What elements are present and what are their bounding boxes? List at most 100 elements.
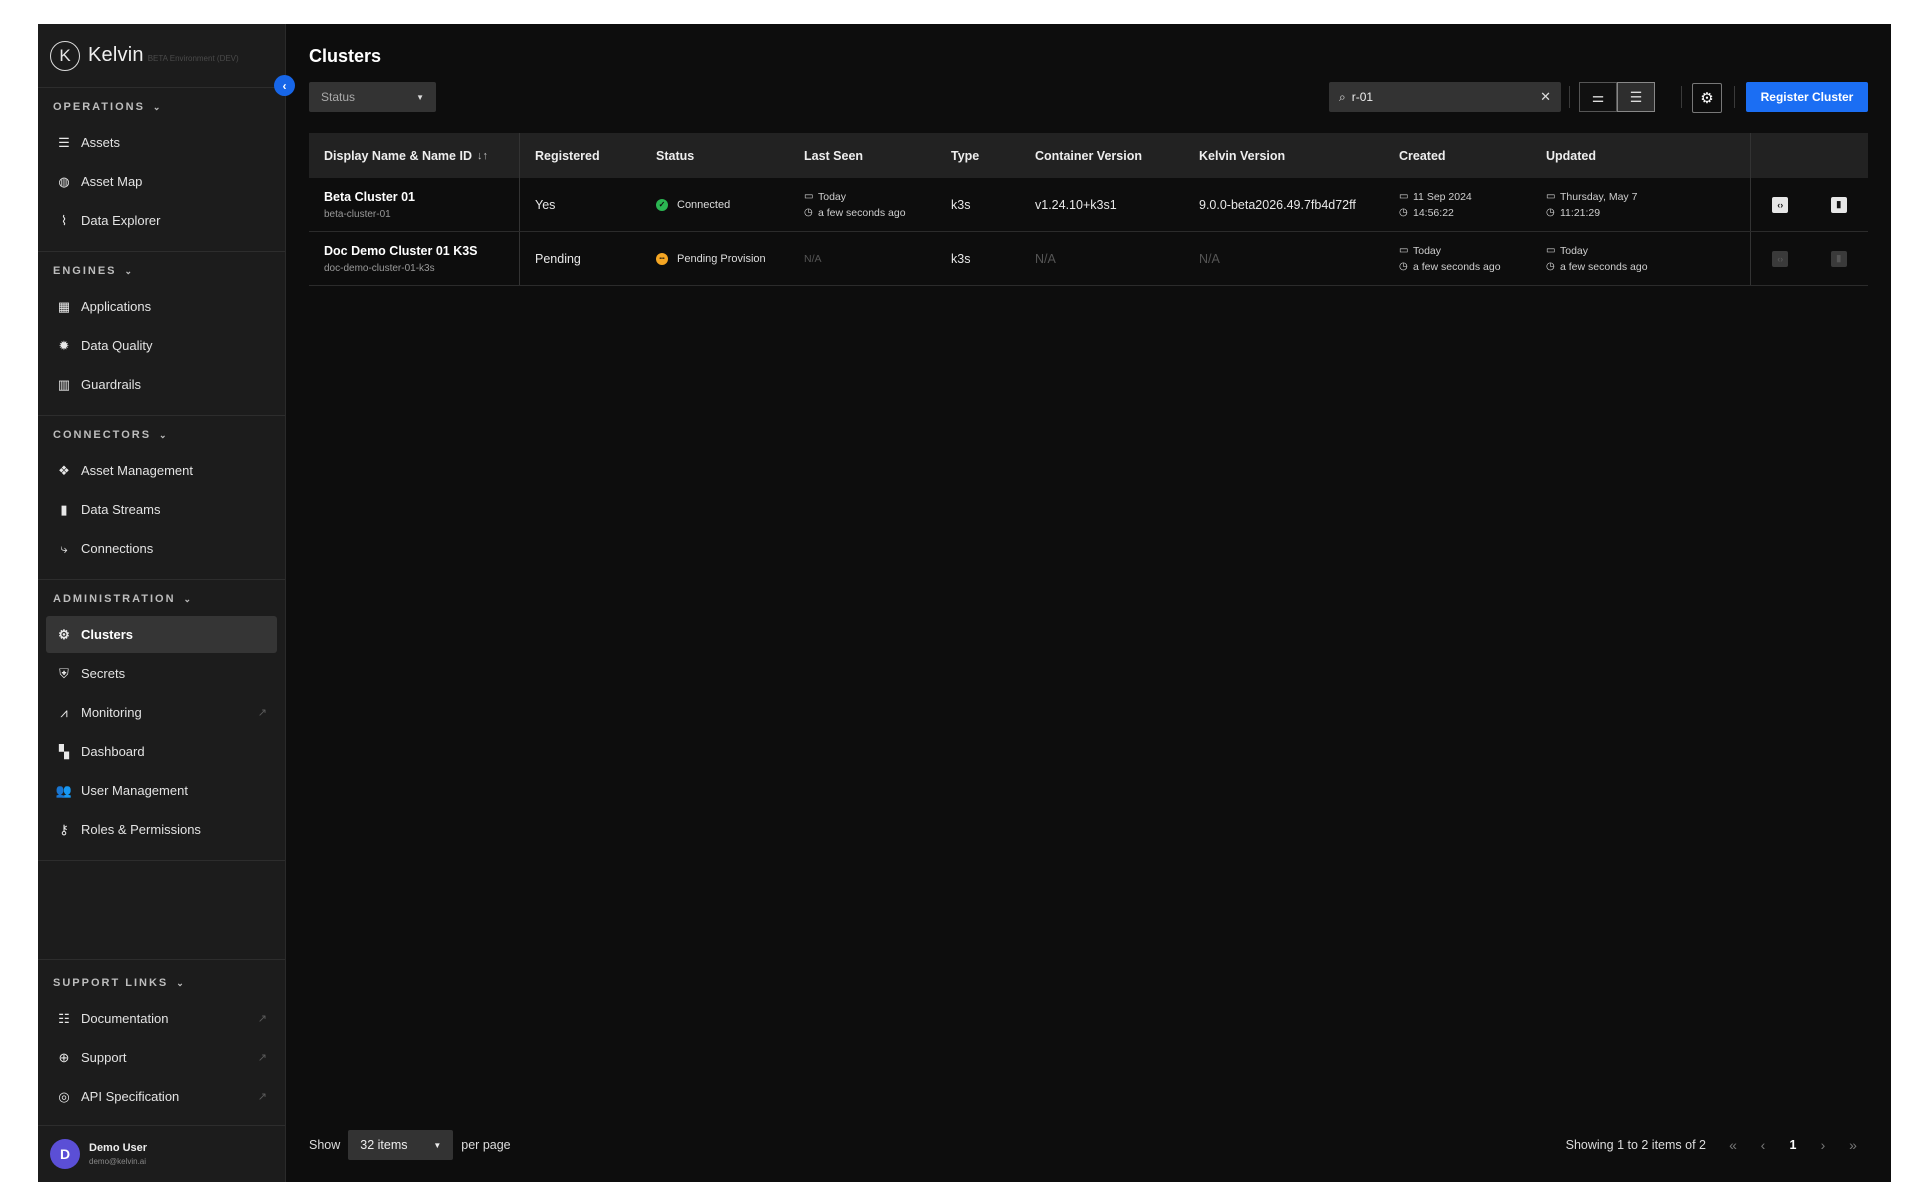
table-row[interactable]: Doc Demo Cluster 01 K3S doc-demo-cluster-…: [309, 232, 1868, 286]
column-header-kelvin-version[interactable]: Kelvin Version: [1184, 133, 1384, 178]
metrics-chart-icon[interactable]: ▮: [1830, 250, 1847, 267]
list-view-button[interactable]: ☰: [1617, 82, 1655, 112]
sidebar-item-user-management[interactable]: 👥 User Management: [46, 772, 277, 809]
sidebar-item-support[interactable]: ⊕ Support ↗: [46, 1039, 277, 1076]
sidebar-item-clusters[interactable]: ⚙ Clusters: [46, 616, 277, 653]
app-window: K Kelvin BETA Environment (DEV) ‹ OPERAT…: [38, 24, 1891, 1182]
cluster-name-cell[interactable]: Beta Cluster 01 beta-cluster-01: [309, 178, 520, 231]
column-header-created[interactable]: Created: [1384, 133, 1531, 178]
roles-icon: ⚷: [59, 821, 69, 837]
metrics-chart-icon[interactable]: ▮: [1830, 196, 1847, 213]
sidebar-item-api-specification[interactable]: ◎ API Specification ↗: [46, 1078, 277, 1115]
previous-page-icon[interactable]: ‹: [1748, 1137, 1778, 1153]
sidebar-item-documentation[interactable]: ☷ Documentation ↗: [46, 1000, 277, 1037]
sidebar-item-label: Data Streams: [81, 502, 161, 517]
registered-cell: Yes: [520, 178, 641, 231]
column-header-type[interactable]: Type: [936, 133, 1020, 178]
caret-down-icon: ▼: [433, 1140, 442, 1150]
collapse-sidebar-button[interactable]: ‹: [274, 75, 295, 96]
bar-chart-icon: ▮: [60, 501, 68, 517]
section-header-support-links[interactable]: SUPPORT LINKS ⌄: [38, 968, 285, 998]
table-settings-button[interactable]: ⚙: [1692, 83, 1722, 113]
clear-search-icon[interactable]: ✕: [1540, 89, 1551, 105]
cluster-display-name[interactable]: Doc Demo Cluster 01 K3S: [324, 244, 519, 258]
updated-cell: ▭ Today ◷ a few seconds ago: [1531, 232, 1750, 285]
showing-count: Showing 1 to 2 items of 2: [1565, 1138, 1706, 1152]
date-value: Today: [1413, 244, 1442, 257]
kelvin-version-value: N/A: [1199, 251, 1220, 266]
type-value: k3s: [951, 197, 971, 212]
search-input[interactable]: ⌕ r-01 ✕: [1329, 82, 1561, 112]
sidebar-item-roles-and-permissions[interactable]: ⚷ Roles & Permissions: [46, 811, 277, 848]
created-cell: ▭ 11 Sep 2024 ◷ 14:56:22: [1384, 178, 1531, 231]
external-link-icon: ↗: [257, 1013, 267, 1025]
code-view-icon[interactable]: ‹›: [1772, 196, 1789, 213]
column-header-container-version[interactable]: Container Version: [1020, 133, 1184, 178]
table-body: Beta Cluster 01 beta-cluster-01 Yes ✓ Connec…: [309, 178, 1868, 286]
sidebar-item-dashboard[interactable]: ▚ Dashboard: [46, 733, 277, 770]
sidebar-item-monitoring[interactable]: ⩘ Monitoring ↗: [46, 694, 277, 731]
compact-view-button[interactable]: ⚌: [1579, 82, 1617, 112]
type-value: k3s: [951, 251, 971, 266]
logo[interactable]: K Kelvin BETA Environment (DEV): [38, 24, 285, 88]
column-header-updated[interactable]: Updated: [1531, 133, 1750, 178]
container-version-cell: v1.24.10+k3s1: [1020, 178, 1184, 231]
date-value: Today: [818, 190, 847, 203]
user-name: Demo User: [89, 1142, 148, 1154]
cluster-display-name[interactable]: Beta Cluster 01: [324, 190, 519, 204]
section-header-engines[interactable]: ENGINES ⌄: [38, 256, 285, 286]
sidebar-item-asset-map[interactable]: ◍ Asset Map: [46, 163, 277, 200]
cluster-name-cell[interactable]: Doc Demo Cluster 01 K3S doc-demo-cluster-…: [309, 232, 520, 285]
user-profile[interactable]: D Demo User demo@kelvin.ai: [38, 1126, 285, 1182]
support-links-section: SUPPORT LINKS ⌄ ☷ Documentation ↗ ⊕ Support ↗ ◎ A…: [38, 959, 285, 1126]
section-header-operations[interactable]: OPERATIONS ⌄: [38, 92, 285, 122]
column-header-actions: [1750, 133, 1868, 178]
table-footer: Show 32 items ▼ per page Showing 1 to 2 …: [309, 1130, 1868, 1160]
register-cluster-button[interactable]: Register Cluster: [1746, 82, 1868, 112]
clusters-icon: ⚙: [58, 626, 70, 642]
date-time: ▭ Today ◷ a few seconds ago: [1546, 243, 1750, 275]
sidebar-item-assets[interactable]: ☰ Assets: [46, 124, 277, 161]
column-header-status[interactable]: Status: [641, 133, 789, 178]
gear-icon: ✹: [58, 337, 70, 353]
sidebar-item-applications[interactable]: ▦ Applications: [46, 288, 277, 325]
sidebar-item-label: Monitoring: [81, 705, 142, 720]
next-page-icon[interactable]: ›: [1808, 1137, 1838, 1153]
table-header: Display Name & Name ID ↓↑ Registered Sta…: [309, 133, 1868, 178]
sidebar-item-secrets[interactable]: ⛨ Secrets: [46, 655, 277, 692]
per-page-select[interactable]: 32 items ▼: [348, 1130, 454, 1160]
apps-icon: ▦: [57, 298, 71, 314]
sidebar-item-asset-management[interactable]: ❖ Asset Management: [46, 452, 277, 489]
gear-icon: ⚙: [1700, 90, 1714, 107]
sidebar-item-connections[interactable]: ⤷ Connections: [46, 530, 277, 567]
connections-icon: ⤷: [60, 540, 68, 556]
chevron-down-icon: ⌄: [152, 101, 161, 112]
column-header-last-seen[interactable]: Last Seen: [789, 133, 936, 178]
sidebar-item-data-quality[interactable]: ✹ Data Quality: [46, 327, 277, 364]
dashboard-icon: ▚: [59, 743, 69, 759]
guardrail-icon: ▥: [57, 376, 71, 392]
first-page-icon[interactable]: «: [1718, 1137, 1748, 1153]
lifebuoy-icon: ⊕: [58, 1049, 70, 1065]
section-title-label: ENGINES: [53, 265, 117, 277]
sidebar-item-data-streams[interactable]: ▮ Data Streams: [46, 491, 277, 528]
cluster-name-id: beta-cluster-01: [324, 208, 391, 220]
container-version-value: N/A: [1035, 251, 1056, 266]
code-view-icon[interactable]: ‹›: [1772, 250, 1789, 267]
sidebar-item-data-explorer[interactable]: ⌇ Data Explorer: [46, 202, 277, 239]
last-page-icon[interactable]: »: [1838, 1137, 1868, 1153]
column-header-registered[interactable]: Registered: [520, 133, 641, 178]
actions-cell: ‹› ▮: [1750, 178, 1868, 231]
monitoring-icon: ⩘: [60, 704, 68, 720]
section-header-connectors[interactable]: CONNECTORS ⌄: [38, 420, 285, 450]
column-header-name[interactable]: Display Name & Name ID ↓↑: [309, 133, 520, 178]
section-header-administration[interactable]: ADMINISTRATION ⌄: [38, 584, 285, 614]
date-value: Today: [1560, 244, 1589, 257]
current-page[interactable]: 1: [1778, 1138, 1808, 1152]
table-row[interactable]: Beta Cluster 01 beta-cluster-01 Yes ✓ Connec…: [309, 178, 1868, 232]
status-filter-dropdown[interactable]: Status ▼: [309, 82, 436, 112]
sort-icon[interactable]: ↓↑: [477, 150, 488, 162]
sidebar-item-guardrails[interactable]: ▥ Guardrails: [46, 366, 277, 403]
sidebar-item-label: Guardrails: [81, 377, 141, 392]
nav-section-connectors: CONNECTORS ⌄ ❖ Asset Management ▮ Data Stream…: [38, 416, 285, 580]
